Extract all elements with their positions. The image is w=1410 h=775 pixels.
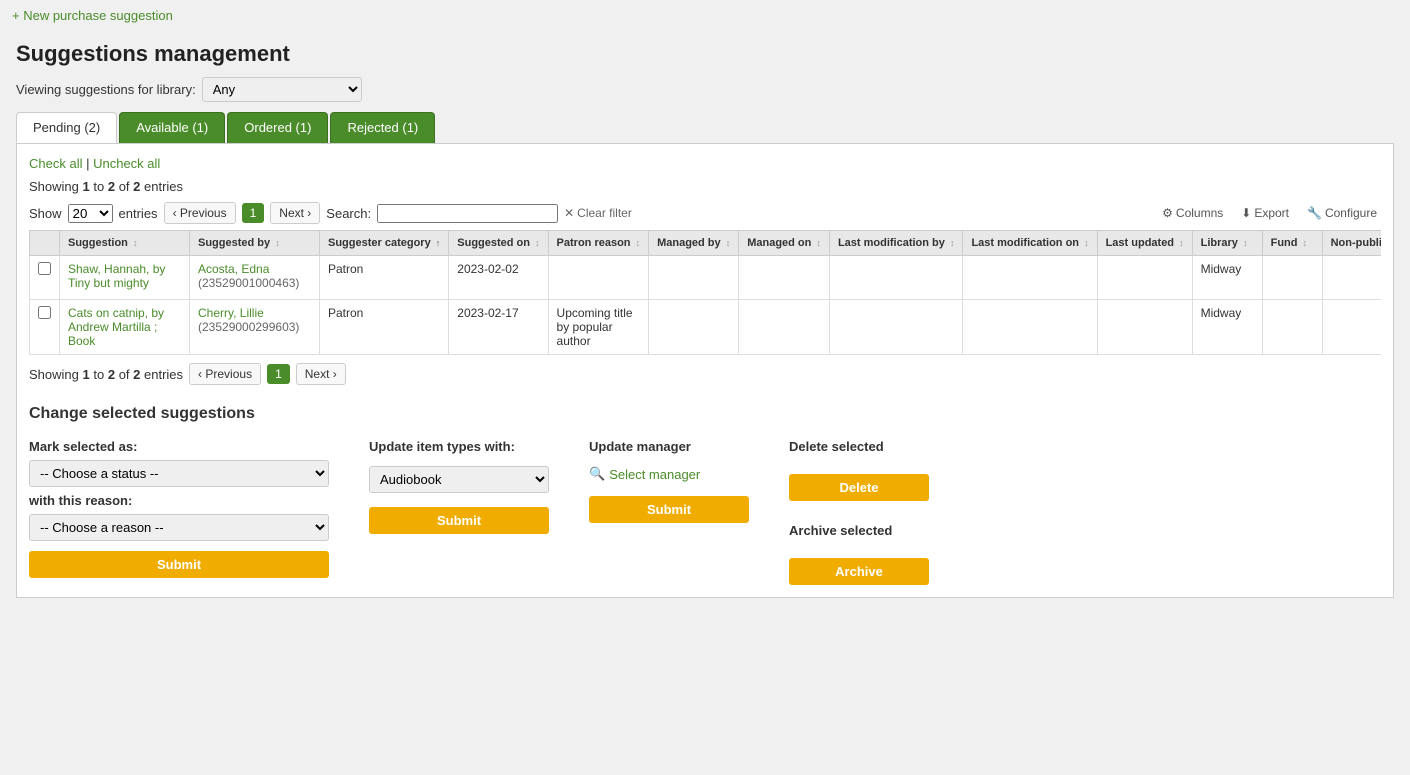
delete-button[interactable]: Delete xyxy=(789,474,929,501)
bottom-page-number: 1 xyxy=(267,364,290,384)
show-entries-select[interactable]: 201050100 xyxy=(68,204,113,223)
col-suggester-category[interactable]: Suggester category ↑ xyxy=(320,231,449,256)
patron-id-0: (23529001000463) xyxy=(198,276,299,290)
uncheck-all-link[interactable]: Uncheck all xyxy=(93,156,160,171)
manager-submit-button[interactable]: Submit xyxy=(589,496,749,523)
row-checkbox-1[interactable] xyxy=(38,306,51,319)
last-updated-1 xyxy=(1097,300,1192,355)
suggester-category-1: Patron xyxy=(320,300,449,355)
columns-icon: ⚙ xyxy=(1162,206,1173,220)
page-number: 1 xyxy=(242,203,265,223)
tab-pending[interactable]: Pending (2) xyxy=(16,112,117,143)
tab-ordered[interactable]: Ordered (1) xyxy=(227,112,328,143)
fund-0 xyxy=(1262,256,1322,300)
select-manager-link[interactable]: 🔍 Select manager xyxy=(589,466,749,482)
reason-label: with this reason: xyxy=(29,493,329,508)
delete-title: Delete selected xyxy=(789,439,929,454)
fund-1 xyxy=(1262,300,1322,355)
change-section-title: Change selected suggestions xyxy=(29,405,1381,423)
col-last-modification-on[interactable]: Last modification on ↕ xyxy=(963,231,1097,256)
search-manager-icon: 🔍 xyxy=(589,466,605,482)
last-mod-by-0 xyxy=(829,256,963,300)
search-input[interactable] xyxy=(377,204,558,223)
table-row: Shaw, Hannah, by Tiny but mighty Acosta,… xyxy=(30,256,1382,300)
mark-as-label: Mark selected as: xyxy=(29,439,329,454)
suggester-category-0: Patron xyxy=(320,256,449,300)
col-patron-reason[interactable]: Patron reason ↕ xyxy=(548,231,649,256)
x-icon: ✕ xyxy=(564,206,574,220)
new-suggestion-link[interactable]: + New purchase suggestion xyxy=(12,8,173,23)
next-button[interactable]: Next › xyxy=(270,202,320,224)
managed-on-0 xyxy=(739,256,830,300)
library-filter-label: Viewing suggestions for library: xyxy=(16,82,196,97)
suggestion-link-1[interactable]: Cats on catnip, by Andrew Martilla ; Boo… xyxy=(68,306,164,348)
mark-submit-button[interactable]: Submit xyxy=(29,551,329,578)
patron-id-1: (23529000299603) xyxy=(198,320,299,334)
managed-on-1 xyxy=(739,300,830,355)
col-managed-by[interactable]: Managed by ↕ xyxy=(649,231,739,256)
item-submit-button[interactable]: Submit xyxy=(369,507,549,534)
non-public-note-0 xyxy=(1322,256,1381,300)
update-item-title: Update item types with: xyxy=(369,439,549,454)
last-mod-on-1 xyxy=(963,300,1097,355)
last-mod-on-0 xyxy=(963,256,1097,300)
last-mod-by-1 xyxy=(829,300,963,355)
library-select[interactable]: Any Midway Branch 1 xyxy=(202,77,362,102)
col-checkbox xyxy=(30,231,60,256)
configure-icon: 🔧 xyxy=(1307,206,1322,220)
show-label: Show xyxy=(29,206,62,221)
table-row: Cats on catnip, by Andrew Martilla ; Boo… xyxy=(30,300,1382,355)
non-public-note-1 xyxy=(1322,300,1381,355)
col-suggestion[interactable]: Suggestion ↕ xyxy=(60,231,190,256)
col-managed-on[interactable]: Managed on ↕ xyxy=(739,231,830,256)
update-manager-title: Update manager xyxy=(589,439,749,454)
tabs-bar: Pending (2) Available (1) Ordered (1) Re… xyxy=(16,112,1394,143)
columns-button[interactable]: ⚙ Columns xyxy=(1158,204,1227,222)
search-label: Search: xyxy=(326,206,371,221)
library-0: Midway xyxy=(1192,256,1262,300)
archive-title: Archive selected xyxy=(789,523,929,538)
patron-reason-0 xyxy=(548,256,649,300)
library-1: Midway xyxy=(1192,300,1262,355)
suggested-on-0: 2023-02-02 xyxy=(449,256,548,300)
col-suggested-by[interactable]: Suggested by ↕ xyxy=(190,231,320,256)
configure-button[interactable]: 🔧 Configure xyxy=(1303,204,1381,222)
col-non-public-note[interactable]: Non-public note ↕ xyxy=(1322,231,1381,256)
export-button[interactable]: ⬇ Export xyxy=(1237,204,1293,222)
tab-rejected[interactable]: Rejected (1) xyxy=(330,112,435,143)
item-type-select[interactable]: Audiobook Book DVD Magazine xyxy=(369,466,549,493)
suggestions-table: Suggestion ↕ Suggested by ↕ Suggester ca… xyxy=(29,230,1381,355)
col-last-updated[interactable]: Last updated ↕ xyxy=(1097,231,1192,256)
row-checkbox-0[interactable] xyxy=(38,262,51,275)
prev-button[interactable]: ‹ Previous xyxy=(164,202,236,224)
patron-link-1[interactable]: Cherry, Lillie xyxy=(198,306,264,320)
col-fund[interactable]: Fund ↕ xyxy=(1262,231,1322,256)
archive-button[interactable]: Archive xyxy=(789,558,929,585)
check-all-link[interactable]: Check all xyxy=(29,156,82,171)
tab-available[interactable]: Available (1) xyxy=(119,112,225,143)
page-title: Suggestions management xyxy=(16,41,1394,67)
entries-label: entries xyxy=(119,206,158,221)
col-suggested-on[interactable]: Suggested on ↕ xyxy=(449,231,548,256)
managed-by-0 xyxy=(649,256,739,300)
patron-reason-1: Upcoming title by popular author xyxy=(548,300,649,355)
reason-select[interactable]: -- Choose a reason -- xyxy=(29,514,329,541)
export-icon: ⬇ xyxy=(1241,206,1251,220)
managed-by-1 xyxy=(649,300,739,355)
showing-info: Showing 1 to 2 of 2 entries xyxy=(29,179,1381,194)
clear-filter-btn[interactable]: ✕ Clear filter xyxy=(564,206,632,220)
bottom-prev-button[interactable]: ‹ Previous xyxy=(189,363,261,385)
last-updated-0 xyxy=(1097,256,1192,300)
suggested-on-1: 2023-02-17 xyxy=(449,300,548,355)
col-library[interactable]: Library ↕ xyxy=(1192,231,1262,256)
patron-link-0[interactable]: Acosta, Edna xyxy=(198,262,269,276)
status-select[interactable]: -- Choose a status -- Pending Available … xyxy=(29,460,329,487)
suggestion-link-0[interactable]: Shaw, Hannah, by Tiny but mighty xyxy=(68,262,165,290)
col-last-modification-by[interactable]: Last modification by ↕ xyxy=(829,231,963,256)
bottom-showing-info: Showing 1 to 2 of 2 entries xyxy=(29,367,183,382)
bottom-next-button[interactable]: Next › xyxy=(296,363,346,385)
